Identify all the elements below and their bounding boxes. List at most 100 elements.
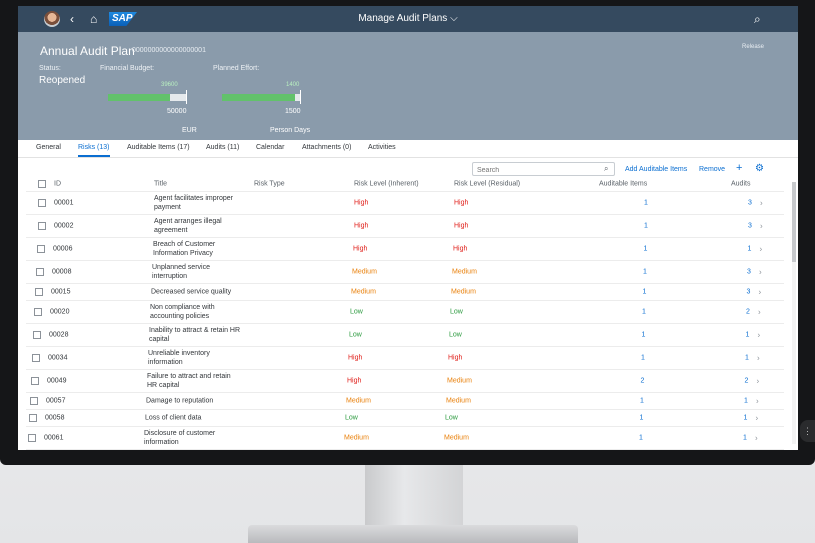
row-auditable-items-count[interactable]: 1 [640,414,644,423]
col-risk-residual[interactable]: Risk Level (Residual) [454,180,520,189]
table-row[interactable]: 00028 Inability to attract & retain HR ca… [26,324,784,347]
table-row[interactable]: 00002 Agent arranges illegal agreement Hig… [26,215,784,238]
row-audits-count[interactable]: 1 [744,414,748,423]
chevron-right-icon[interactable]: › [757,377,760,386]
row-auditable-items-count[interactable]: 1 [644,199,648,208]
remove-button[interactable]: Remove [699,166,725,173]
release-button[interactable]: Release [742,44,764,50]
gear-icon[interactable]: ⚙ [755,163,764,174]
row-auditable-items-count[interactable]: 2 [641,377,645,386]
side-scroll-handle[interactable]: ⋮ [800,420,815,442]
row-title: Decreased service quality [151,288,232,296]
row-audits-count[interactable]: 1 [748,245,752,254]
search-icon[interactable]: ⌕ [754,11,761,27]
row-auditable-items-count[interactable]: 1 [641,354,645,363]
row-auditable-items-count[interactable]: 1 [639,434,643,443]
row-auditable-items-count[interactable]: 1 [643,268,647,277]
tab-general[interactable]: General [36,144,61,151]
row-checkbox[interactable] [28,434,36,442]
monitor-base [248,525,578,543]
add-auditable-items-button[interactable]: Add Auditable Items [625,166,687,173]
tab-calendar[interactable]: Calendar [256,144,284,151]
col-risk-type[interactable]: Risk Type [254,180,285,189]
row-auditable-items-count[interactable]: 1 [642,308,646,317]
row-checkbox[interactable] [36,268,44,276]
select-all-checkbox[interactable] [38,180,46,188]
row-audits-count[interactable]: 3 [747,288,751,297]
tab-activities[interactable]: Activities [368,144,396,151]
row-audits-count[interactable]: 1 [745,354,749,363]
table-row[interactable]: 00015 Decreased service quality Medium Medi… [26,284,784,301]
tab-attachments[interactable]: Attachments (0) [302,144,351,151]
table-row[interactable]: 00020 Non compliance with accounting poli… [26,301,784,324]
table-row[interactable]: 00057 Damage to reputation Medium Medium 1 1 › [26,393,784,410]
col-auditable-items[interactable]: Auditable Items [599,180,647,189]
row-auditable-items-count[interactable]: 1 [642,331,646,340]
row-checkbox[interactable] [31,377,39,385]
chevron-right-icon[interactable]: › [756,397,759,406]
table-row[interactable]: 00034 Unreliable inventory information Hig… [26,347,784,370]
table-row[interactable]: 00001 Agent facilitates improper payment H… [26,192,784,215]
col-title[interactable]: Title [154,180,167,189]
status-label: Status: [39,65,61,72]
row-audits-count[interactable]: 1 [743,434,747,443]
table-row[interactable]: 00008 Unplanned service interruption Mediu… [26,261,784,284]
row-title: Non compliance with accounting policies [150,304,215,320]
chevron-right-icon[interactable]: › [759,268,762,277]
row-id: 00049 [47,377,67,385]
row-audits-count[interactable]: 1 [746,331,750,340]
chevron-down-icon[interactable]: ⌵ [450,13,458,24]
row-audits-count[interactable]: 3 [748,199,752,208]
effort-bullet-chart [222,90,302,104]
row-checkbox[interactable] [30,397,38,405]
table-row[interactable]: 00058 Loss of client data Low Low 1 1 › [26,410,784,427]
budget-fill [108,94,170,101]
add-icon[interactable]: + [736,162,742,174]
row-checkbox[interactable] [34,308,42,316]
monitor-stand [365,465,463,527]
table-row[interactable]: 00006 Breach of Customer Information Priv… [26,238,784,261]
row-checkbox[interactable] [38,199,46,207]
chevron-right-icon[interactable]: › [758,308,761,317]
row-audits-count[interactable]: 3 [748,222,752,231]
tab-risks[interactable]: Risks (13) [78,144,110,157]
tab-auditable-items[interactable]: Auditable Items (17) [127,144,190,151]
chevron-right-icon[interactable]: › [758,331,761,340]
row-checkbox[interactable] [37,245,45,253]
chevron-right-icon[interactable]: › [760,222,763,231]
vertical-scrollbar[interactable] [792,182,796,444]
row-audits-count[interactable]: 2 [745,377,749,386]
table-row[interactable]: 00049 Failure to attract and retain HR ca… [26,370,784,393]
row-audits-count[interactable]: 1 [744,397,748,406]
col-id[interactable]: ID [54,180,61,189]
row-auditable-items-count[interactable]: 1 [644,245,648,254]
scrollbar-thumb[interactable] [792,182,796,262]
row-audits-count[interactable]: 3 [747,268,751,277]
row-checkbox[interactable] [29,414,37,422]
search-input[interactable] [472,162,615,176]
plan-id: 0000000000000000001 [132,47,206,54]
row-checkbox[interactable] [33,331,41,339]
object-header: Annual Audit Plan 0000000000000000001 Re… [18,32,798,140]
row-checkbox[interactable] [35,288,43,296]
chevron-right-icon[interactable]: › [760,199,763,208]
chevron-right-icon[interactable]: › [760,245,763,254]
row-auditable-items-count[interactable]: 1 [644,222,648,231]
search-icon[interactable]: ⌕ [604,164,608,174]
row-auditable-items-count[interactable]: 1 [643,288,647,297]
chevron-right-icon[interactable]: › [755,434,758,443]
row-checkbox[interactable] [32,354,40,362]
col-audits[interactable]: Audits [731,180,750,189]
effort-unit: Person Days [270,127,311,134]
row-audits-count[interactable]: 2 [746,308,750,317]
row-auditable-items-count[interactable]: 1 [640,397,644,406]
chevron-right-icon[interactable]: › [756,414,759,423]
col-risk-inherent[interactable]: Risk Level (Inherent) [354,180,419,189]
app-title[interactable]: Manage Audit Plans ⌵ [18,13,798,24]
table-row[interactable]: 00061 Disclosure of customer information M… [26,427,784,450]
chevron-right-icon[interactable]: › [757,354,760,363]
chevron-right-icon[interactable]: › [759,288,762,297]
tab-audits[interactable]: Audits (11) [206,144,239,151]
row-title: Failure to attract and retain HR capital [147,373,231,389]
row-checkbox[interactable] [38,222,46,230]
